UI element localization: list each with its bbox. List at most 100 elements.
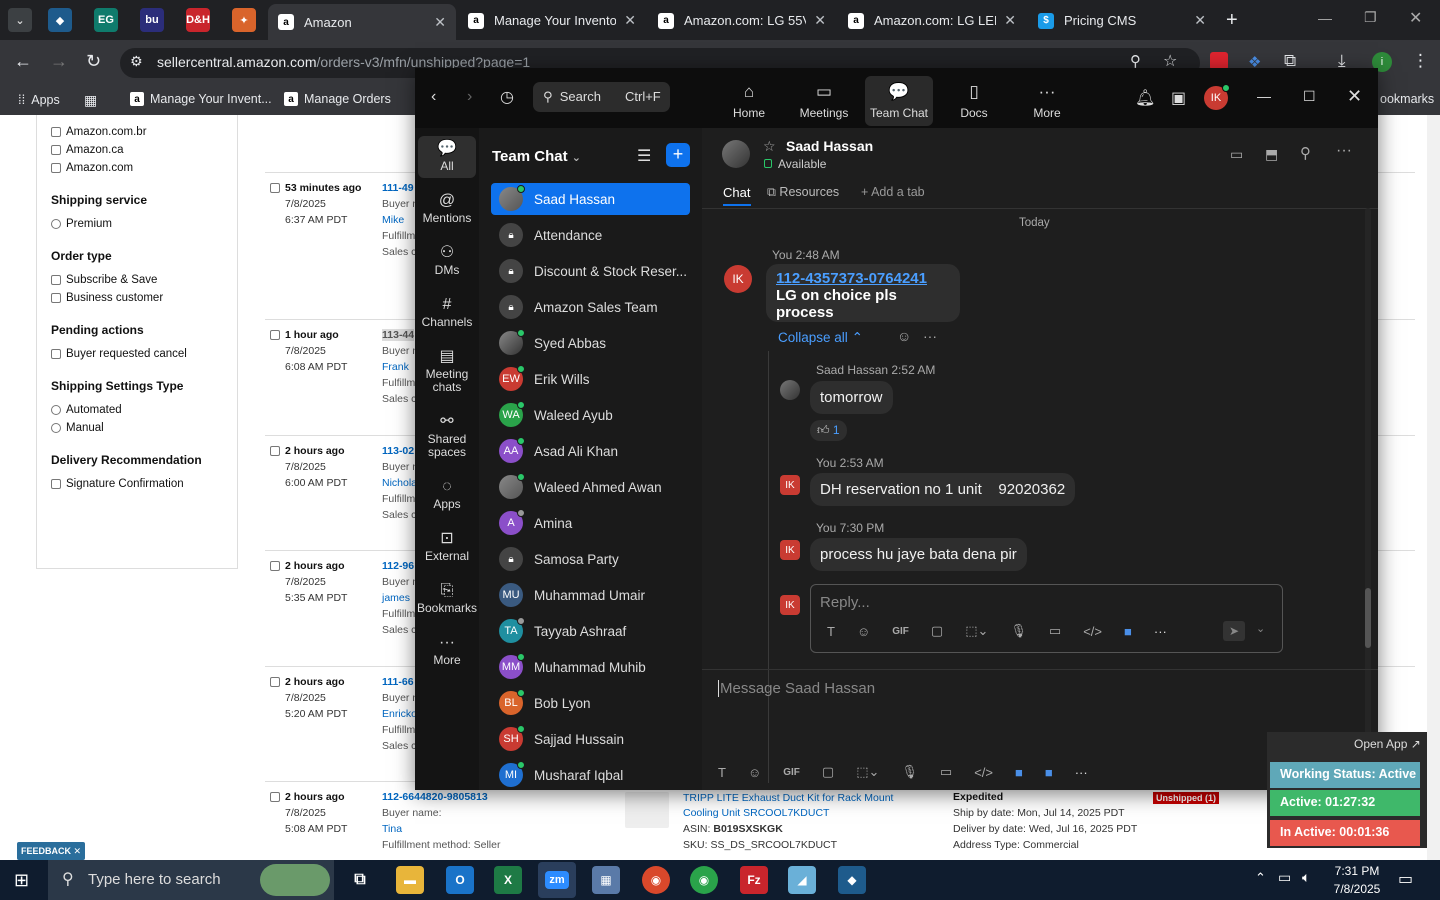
row-checkbox[interactable] [270,792,280,802]
tab-inventory[interactable]: a Manage Your Inventor ✕ [458,5,646,36]
video-call-icon[interactable]: ▭ [1230,146,1243,163]
collapse-all-button[interactable]: Collapse all ⌃ [778,330,863,346]
pinned-tab-icon[interactable]: EG [94,8,118,32]
gif-icon[interactable]: GIF [892,626,909,637]
filter-option[interactable]: Signature Confirmation [51,475,223,493]
forward-arrow-icon[interactable]: › [467,88,472,106]
rail-channels[interactable]: # Channels [418,297,476,329]
close-icon[interactable]: ✕ [1004,12,1016,29]
filter-marketplace[interactable]: Amazon.com [51,159,223,177]
message-input[interactable]: Message Saad Hassan [718,680,875,697]
code-icon[interactable]: </> [1083,624,1102,639]
gif-icon[interactable]: GIF [783,767,800,778]
pinned-tab-icon[interactable]: bu [140,8,164,32]
tab-amazon[interactable]: a Amazon ✕ [268,4,456,40]
scroll-thumb[interactable] [1365,588,1371,648]
tab-chat[interactable]: Chat [723,185,750,200]
close-icon[interactable]: ✕ [624,12,636,29]
app-icon[interactable]: ◢ [788,866,816,894]
task-view-icon[interactable]: ⧉ [346,866,374,894]
open-app-link[interactable]: Open App ↗ [1354,737,1421,751]
row-checkbox[interactable] [270,446,280,456]
code-icon[interactable]: </> [974,765,993,780]
tab-lg-led[interactable]: a Amazon.com: LG LED ✕ [838,5,1026,36]
chat-list-title[interactable]: Team Chat ⌄ [492,148,581,165]
checkbox[interactable] [51,479,61,489]
notifications-icon[interactable]: ▭ [1398,869,1413,889]
forward-button[interactable]: → [50,51,68,72]
chrome-profile-icon[interactable]: ◉ [690,866,718,894]
contact-item[interactable]: SH Sajjad Hussain [491,723,690,755]
pinned-tab-icon[interactable]: D&H [186,8,210,32]
chat-contact-name[interactable]: Saad Hassan [786,138,873,154]
more-options-icon[interactable]: ··· [923,328,937,344]
add-tab-button[interactable]: + Add a tab [861,185,925,199]
search-icon[interactable]: ⚲ [1300,144,1311,162]
rail-bookmarks[interactable]: ⎘ Bookmarks [417,583,477,615]
chevron-down-icon[interactable]: ⌄ [1256,622,1265,635]
outlook-icon[interactable]: O [446,866,474,894]
filter-option[interactable]: Automated [51,401,223,419]
rail-shared-spaces[interactable]: ⚯ Shared spaces [418,414,476,459]
row-checkbox[interactable] [270,677,280,687]
contact-item[interactable]: MM Muhammad Muhib [491,651,690,683]
more-icon[interactable]: ··· [1154,624,1167,639]
contact-item[interactable]: A Amina [491,507,690,539]
file-explorer-icon[interactable]: ▬ [396,866,424,894]
filter-option[interactable]: Premium [51,215,223,233]
calculator-icon[interactable]: ▦ [592,866,620,894]
history-icon[interactable]: ◷ [500,87,514,107]
microphone-icon[interactable]: 🎙︎ [1010,623,1027,639]
reply-input[interactable]: Reply... [820,594,870,611]
rail-meeting-chats[interactable]: ▤ Meeting chats [418,349,476,394]
rail-all[interactable]: 💬 All [418,136,476,178]
radio[interactable] [51,423,61,433]
bookmark-grid[interactable]: ▦ [84,92,97,109]
checkbox[interactable] [51,349,61,359]
file-icon[interactable]: ▢ [931,623,943,639]
checkbox[interactable] [51,145,61,155]
calendar-icon[interactable]: ▣ [1171,88,1186,108]
screenshot-icon[interactable]: ⬚⌄ [965,623,988,639]
taskbar-search[interactable]: ⚲ Type here to search [48,860,334,900]
checkbox[interactable] [51,163,61,173]
row-checkbox[interactable] [270,561,280,571]
filter-option[interactable]: Business customer [51,289,223,307]
chat-scrollbar[interactable] [1365,208,1371,772]
checkbox[interactable] [51,127,61,137]
chevron-up-icon[interactable]: ⌃ [1255,870,1266,886]
contact-item[interactable]: 🔒︎ Amazon Sales Team [491,291,690,323]
bookmark-manage-orders[interactable]: a Manage Orders [284,92,391,106]
chrome-icon[interactable]: ◉ [642,866,670,894]
tab-lg-55[interactable]: a Amazon.com: LG 55VI ✕ [648,5,836,36]
filter-option[interactable]: Manual [51,419,223,437]
row-checkbox[interactable] [270,183,280,193]
order-id-link[interactable]: 113-02 [382,445,414,457]
minimize-button[interactable]: — [1318,10,1332,26]
app-icon[interactable]: ◆ [838,866,866,894]
back-button[interactable]: ← [14,51,32,72]
rail-apps[interactable]: ◌ Apps [418,479,476,511]
new-chat-button[interactable]: + [666,143,690,167]
close-icon[interactable]: ✕ [814,12,826,29]
contact-item[interactable]: BL Bob Lyon [491,687,690,719]
contact-item[interactable]: 🔒︎ Attendance [491,219,690,251]
windows-start-icon[interactable]: ⊞ [14,870,29,891]
back-arrow-icon[interactable]: ‹ [431,88,436,106]
filter-marketplace[interactable]: Amazon.com.br [51,123,223,141]
contact-item[interactable]: WA Waleed Ayub [491,399,690,431]
zoom-taskbar-icon[interactable]: zm [538,862,576,898]
restore-button[interactable]: ❐ [1364,9,1377,26]
order-id-link[interactable]: 112-96 [382,560,414,572]
contact-item[interactable]: Saad Hassan [491,183,690,215]
order-id-link[interactable]: 111-49 [382,182,414,194]
filter-icon[interactable]: ☰ [637,146,651,166]
product-title-link[interactable]: TRIPP LITE Exhaust Duct Kit for Rack Mou… [683,791,915,821]
zoom-app-icon[interactable]: ■ [1015,765,1023,780]
contact-item[interactable]: MI Musharaf Iqbal [491,759,690,790]
page-scrollbar[interactable] [1427,115,1440,860]
emoji-react-icon[interactable]: ☺ [897,328,911,344]
send-icon[interactable]: ➤ [1223,621,1245,641]
zoom-app-icon[interactable]: ■ [1045,765,1053,780]
filter-option[interactable]: Subscribe & Save [51,271,223,289]
